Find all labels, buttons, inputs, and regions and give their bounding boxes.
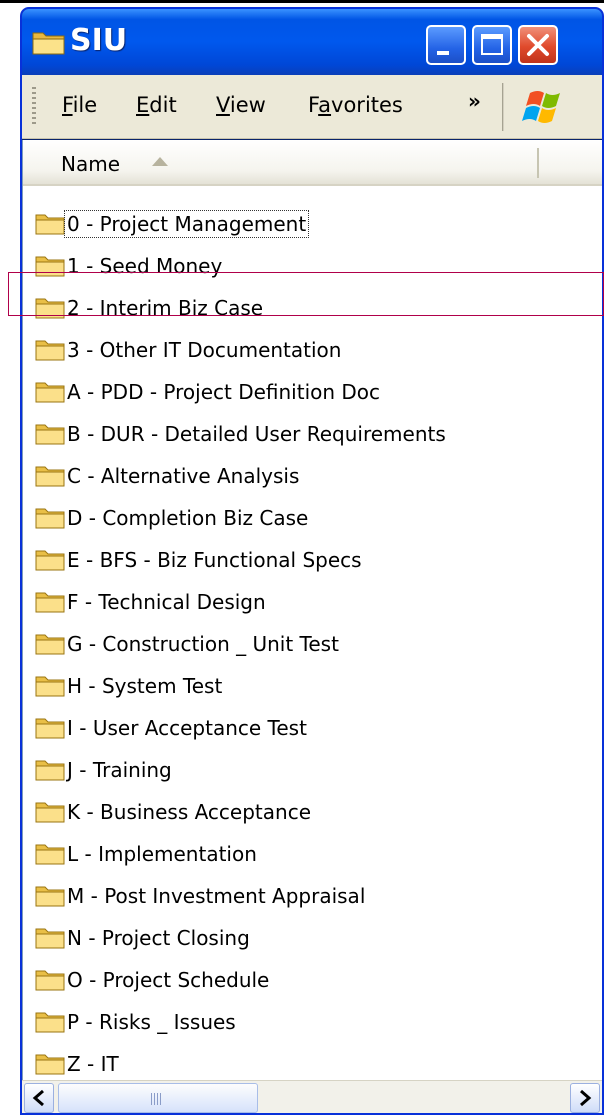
folder-row[interactable]: 0 - Project Management bbox=[35, 207, 595, 241]
folder-icon bbox=[35, 340, 65, 361]
folder-icon bbox=[35, 550, 65, 571]
folder-row[interactable]: K - Business Acceptance bbox=[35, 795, 595, 829]
folder-icon bbox=[32, 32, 65, 55]
folder-name: E - BFS - Biz Functional Specs bbox=[67, 548, 362, 572]
folder-icon bbox=[35, 466, 65, 487]
column-header-name[interactable]: Name bbox=[61, 152, 120, 176]
menu-edit[interactable]: Edit bbox=[136, 93, 177, 117]
minimize-button[interactable] bbox=[426, 25, 466, 65]
folder-icon bbox=[35, 760, 65, 781]
list-header: Name bbox=[23, 140, 602, 186]
menu-favorites[interactable]: Favorites bbox=[308, 93, 403, 117]
folder-icon bbox=[35, 676, 65, 697]
folder-row[interactable]: J - Training bbox=[35, 753, 595, 787]
close-icon bbox=[527, 34, 549, 56]
folder-icon bbox=[35, 424, 65, 445]
scroll-thumb[interactable] bbox=[58, 1083, 258, 1113]
folder-name: P - Risks _ Issues bbox=[67, 1010, 236, 1034]
folder-name: N - Project Closing bbox=[67, 926, 250, 950]
folder-icon bbox=[35, 1054, 65, 1075]
folder-icon bbox=[35, 718, 65, 739]
folder-name: M - Post Investment Appraisal bbox=[67, 884, 366, 908]
folder-row[interactable]: B - DUR - Detailed User Requirements bbox=[35, 417, 595, 451]
folder-icon bbox=[35, 592, 65, 613]
folder-name: Z - IT bbox=[67, 1052, 119, 1076]
menu-overflow-chevron[interactable]: » bbox=[468, 89, 481, 113]
windows-logo-icon bbox=[522, 91, 560, 123]
folder-name: G - Construction _ Unit Test bbox=[67, 632, 339, 656]
folder-icon bbox=[35, 508, 65, 529]
folder-row[interactable]: M - Post Investment Appraisal bbox=[35, 879, 595, 913]
explorer-window: SIU File Edit View Favorites » Name 0 - … bbox=[20, 7, 604, 1115]
folder-name: I - User Acceptance Test bbox=[67, 716, 307, 740]
folder-row[interactable]: F - Technical Design bbox=[35, 585, 595, 619]
folder-icon bbox=[35, 1012, 65, 1033]
folder-row[interactable]: P - Risks _ Issues bbox=[35, 1005, 595, 1039]
menu-view[interactable]: View bbox=[216, 93, 266, 117]
folder-row[interactable]: H - System Test bbox=[35, 669, 595, 703]
folder-icon bbox=[35, 256, 65, 277]
folder-row[interactable]: N - Project Closing bbox=[35, 921, 595, 955]
folder-icon bbox=[35, 970, 65, 991]
folder-row[interactable]: O - Project Schedule bbox=[35, 963, 595, 997]
folder-icon bbox=[35, 214, 65, 235]
toolbar-grip[interactable] bbox=[32, 87, 36, 127]
folder-list-view[interactable]: Name 0 - Project Management 1 - Seed Mone… bbox=[22, 140, 602, 1080]
folder-name: 1 - Seed Money bbox=[67, 254, 223, 278]
scroll-right-button[interactable] bbox=[570, 1083, 600, 1113]
menu-file[interactable]: File bbox=[62, 93, 97, 117]
folder-icon bbox=[35, 928, 65, 949]
folder-row[interactable]: L - Implementation bbox=[35, 837, 595, 871]
top-border-line bbox=[0, 0, 604, 3]
horizontal-scrollbar[interactable] bbox=[22, 1080, 602, 1113]
folder-row[interactable]: Z - IT bbox=[35, 1047, 595, 1081]
folder-name: B - DUR - Detailed User Requirements bbox=[67, 422, 446, 446]
maximize-button[interactable] bbox=[472, 25, 512, 65]
folder-row[interactable]: 1 - Seed Money bbox=[35, 249, 595, 283]
folder-row[interactable]: D - Completion Biz Case bbox=[35, 501, 595, 535]
folder-name: L - Implementation bbox=[67, 842, 257, 866]
folder-row[interactable]: E - BFS - Biz Functional Specs bbox=[35, 543, 595, 577]
folder-icon bbox=[35, 844, 65, 865]
folder-name: C - Alternative Analysis bbox=[67, 464, 300, 488]
arrow-right-icon bbox=[580, 1089, 592, 1107]
folder-icon bbox=[35, 298, 65, 319]
folder-name: J - Training bbox=[67, 758, 172, 782]
folder-icon bbox=[35, 382, 65, 403]
close-button[interactable] bbox=[518, 25, 558, 65]
folder-icon bbox=[35, 802, 65, 823]
folder-name: 2 - Interim Biz Case bbox=[67, 296, 264, 320]
folder-icon bbox=[35, 634, 65, 655]
folder-name: D - Completion Biz Case bbox=[67, 506, 309, 530]
folder-row[interactable]: I - User Acceptance Test bbox=[35, 711, 595, 745]
folder-row[interactable]: 3 - Other IT Documentation bbox=[35, 333, 595, 367]
folder-name: K - Business Acceptance bbox=[67, 800, 311, 824]
maximize-icon bbox=[481, 34, 503, 55]
folder-row[interactable]: C - Alternative Analysis bbox=[35, 459, 595, 493]
folder-name: A - PDD - Project Definition Doc bbox=[67, 380, 381, 404]
folder-row[interactable]: 2 - Interim Biz Case bbox=[35, 291, 595, 325]
folder-row[interactable]: A - PDD - Project Definition Doc bbox=[35, 375, 595, 409]
folder-name: 3 - Other IT Documentation bbox=[67, 338, 342, 362]
minimize-icon bbox=[437, 51, 449, 55]
folder-name: H - System Test bbox=[67, 674, 223, 698]
scroll-left-button[interactable] bbox=[24, 1083, 54, 1113]
menu-separator bbox=[502, 83, 504, 131]
scroll-thumb-grip bbox=[151, 1093, 163, 1105]
column-divider[interactable] bbox=[537, 148, 539, 178]
folder-row[interactable]: G - Construction _ Unit Test bbox=[35, 627, 595, 661]
menu-bar: File Edit View Favorites » bbox=[22, 75, 602, 139]
folder-name: 0 - Project Management bbox=[63, 210, 310, 238]
window-title: SIU bbox=[70, 23, 128, 58]
title-bar[interactable]: SIU bbox=[22, 9, 602, 75]
sort-ascending-icon bbox=[152, 157, 168, 166]
folder-icon bbox=[35, 886, 65, 907]
arrow-left-icon bbox=[32, 1089, 44, 1107]
folder-name: F - Technical Design bbox=[67, 590, 266, 614]
folder-name: O - Project Schedule bbox=[67, 968, 270, 992]
